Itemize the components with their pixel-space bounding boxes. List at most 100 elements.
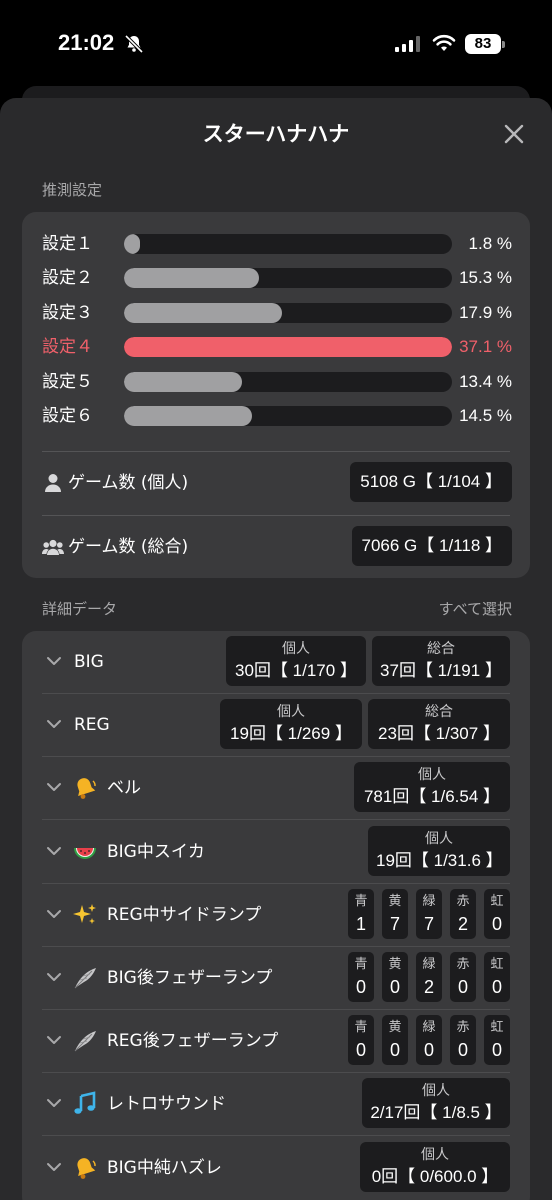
games-personal-value[interactable]: 5108 G【 1/104 】 [350,462,512,502]
lamp-color-value: 2 [457,913,468,934]
lamp-color-count[interactable]: 赤2 [450,888,476,939]
select-all-link[interactable]: すべて選択 [420,598,512,619]
chevron-down-icon[interactable] [46,1159,62,1175]
detail-row-big-suika[interactable]: BIG中スイカ 個人 19回【 1/31.6 】 [22,821,530,884]
lamp-color-value: 0 [491,1040,502,1061]
lamp-color-label: 黄 [388,1020,402,1036]
lamp-color-value: 0 [389,1040,400,1061]
setting-percentage: 37.1 % [459,337,512,357]
lamp-color-value: 7 [423,913,434,934]
lamp-color-label: 虹 [490,893,504,909]
chevron-down-icon[interactable] [46,969,62,985]
chevron-down-icon[interactable] [46,843,62,859]
lamp-color-label: 虹 [490,1020,504,1036]
personal-stat[interactable]: 個人 19回【 1/269 】 [220,699,362,750]
detail-row-label: BIG中純ハズレ [107,1157,222,1178]
personal-stat-value: 19回【 1/31.6 】 [376,850,503,870]
bell-off-icon [124,34,144,54]
personal-stat[interactable]: 個人 19回【 1/31.6 】 [368,825,510,876]
detail-row-retro-sound[interactable]: レトロサウンド 個人 2/17回【 1/8.5 】 [22,1073,530,1137]
chevron-down-icon[interactable] [46,779,62,795]
feather-icon [74,1031,96,1052]
setting-percentage: 15.3 % [459,268,512,288]
lamp-color-label: 緑 [422,957,436,972]
probability-bar [124,268,452,289]
lamp-color-count[interactable]: 赤0 [450,952,476,1002]
detail-row-label: BIG後フェザーランプ [107,968,273,988]
personal-stat-value: 19回【 1/269 】 [230,724,352,744]
setting-row-4: 設定４ 37.1 % [42,334,512,360]
lamp-color-count[interactable]: 黄0 [382,952,408,1002]
lamp-color-count[interactable]: 虹0 [484,952,510,1002]
probability-bar-fill [124,337,452,358]
details-card: BIG 総合 37回【 1/191 】個人 30回【 1/170 】 REG 総合 23回【… [22,631,530,1200]
lamp-color-label: 虹 [490,957,504,972]
setting-label: 設定６ [42,406,93,426]
personal-stat-header: 個人 [425,830,453,847]
chevron-down-icon[interactable] [46,1095,62,1111]
lamp-color-count[interactable]: 虹0 [484,888,510,939]
lamp-color-label: 緑 [422,1020,436,1036]
setting-percentage: 17.9 % [459,302,512,322]
lamp-color-count[interactable]: 赤0 [450,1015,476,1066]
lamp-color-count[interactable]: 黄0 [382,1015,408,1066]
setting-label: 設定５ [42,371,93,392]
setting-row-6: 設定６ 14.5 % [42,403,512,429]
lamp-color-count[interactable]: 緑7 [416,888,442,939]
battery-icon: 83 [465,34,505,54]
setting-row-1: 設定１ 1.8 % [42,231,512,257]
probability-bar [124,302,452,323]
chevron-down-icon[interactable] [46,716,62,732]
lamp-color-label: 青 [354,1020,368,1036]
detail-row-reg-feather-lamp[interactable]: REG後フェザーランプ青 0 黄 0 緑 0 赤 0 虹 0 [22,1010,530,1074]
total-stat-header: 総合 [427,641,455,657]
lamp-color-count[interactable]: 黄7 [382,888,408,939]
lamp-color-value: 0 [457,1040,468,1061]
estimate-card: 設定１ 1.8 % 設定２ 15.3 % 設定３ 17.9 % 設定４ 37.1 % 設定５ 13… [22,212,530,578]
cell-signal-icon [395,36,420,52]
lamp-color-label: 赤 [456,957,470,972]
bell-icon [77,1157,96,1179]
lamp-color-count[interactable]: 緑0 [416,1015,442,1066]
detail-row-reg-side-lamp[interactable]: REG中サイドランプ青 1 黄 7 緑 7 赤 2 虹 0 [22,884,530,947]
total-stat[interactable]: 総合 37回【 1/191 】 [372,636,510,686]
probability-bar [124,337,452,358]
personal-stat-header: 個人 [277,704,305,721]
lamp-color-count[interactable]: 虹0 [484,1015,510,1066]
personal-stat[interactable]: 個人 2/17回【 1/8.5 】 [362,1078,510,1129]
lamp-color-value: 0 [355,977,366,997]
chevron-down-icon[interactable] [46,653,62,669]
lamp-color-count[interactable]: 青0 [348,1015,374,1066]
detail-row-big-hazure[interactable]: BIG中純ハズレ 個人 0回【 0/600.0 】 [22,1137,530,1200]
detail-row-label: REG後フェザーランプ [107,1031,279,1052]
personal-stat[interactable]: 個人 0回【 0/600.0 】 [360,1141,510,1192]
person-icon [45,474,61,492]
detail-row-label: BIG [74,652,104,672]
detail-row-bell[interactable]: ベル 個人 781回【 1/6.54 】 [22,757,530,821]
lamp-color-count[interactable]: 緑2 [416,952,442,1002]
chevron-down-icon[interactable] [46,906,62,922]
personal-stat[interactable]: 個人 30回【 1/170 】 [226,636,366,686]
lamp-color-count[interactable]: 青0 [348,952,374,1002]
lamp-color-count[interactable]: 青1 [348,888,374,939]
total-stat-value: 37回【 1/191 】 [380,661,502,680]
lamp-color-label: 黄 [388,957,402,972]
total-stat[interactable]: 総合 23回【 1/307 】 [368,699,510,750]
close-icon[interactable] [500,120,528,148]
personal-stat[interactable]: 個人 781回【 1/6.54 】 [354,762,510,813]
detail-row-reg[interactable]: REG 総合 23回【 1/307 】 個人 19回【 1/269 】 [22,694,530,758]
games-total-value[interactable]: 7066 G【 1/118 】 [351,526,512,566]
lamp-color-label: 赤 [456,893,470,909]
detail-row-big-feather-lamp[interactable]: BIG後フェザーランプ青 0 黄 0 緑 2 赤 0 虹 0 [22,947,530,1010]
total-stat-header: 総合 [425,704,453,721]
battery-level: 83 [465,34,501,54]
setting-percentage: 1.8 % [468,234,512,253]
probability-bar-fill [124,371,243,392]
personal-stat-header: 個人 [421,1146,449,1163]
divider [42,515,510,516]
setting-percentage: 13.4 % [459,371,512,391]
probability-bar-fill [124,268,260,289]
detail-row-big[interactable]: BIG 総合 37回【 1/191 】 個人 30回【 1/170 】 [22,631,530,694]
chevron-down-icon[interactable] [46,1032,62,1048]
group-icon [42,539,64,555]
